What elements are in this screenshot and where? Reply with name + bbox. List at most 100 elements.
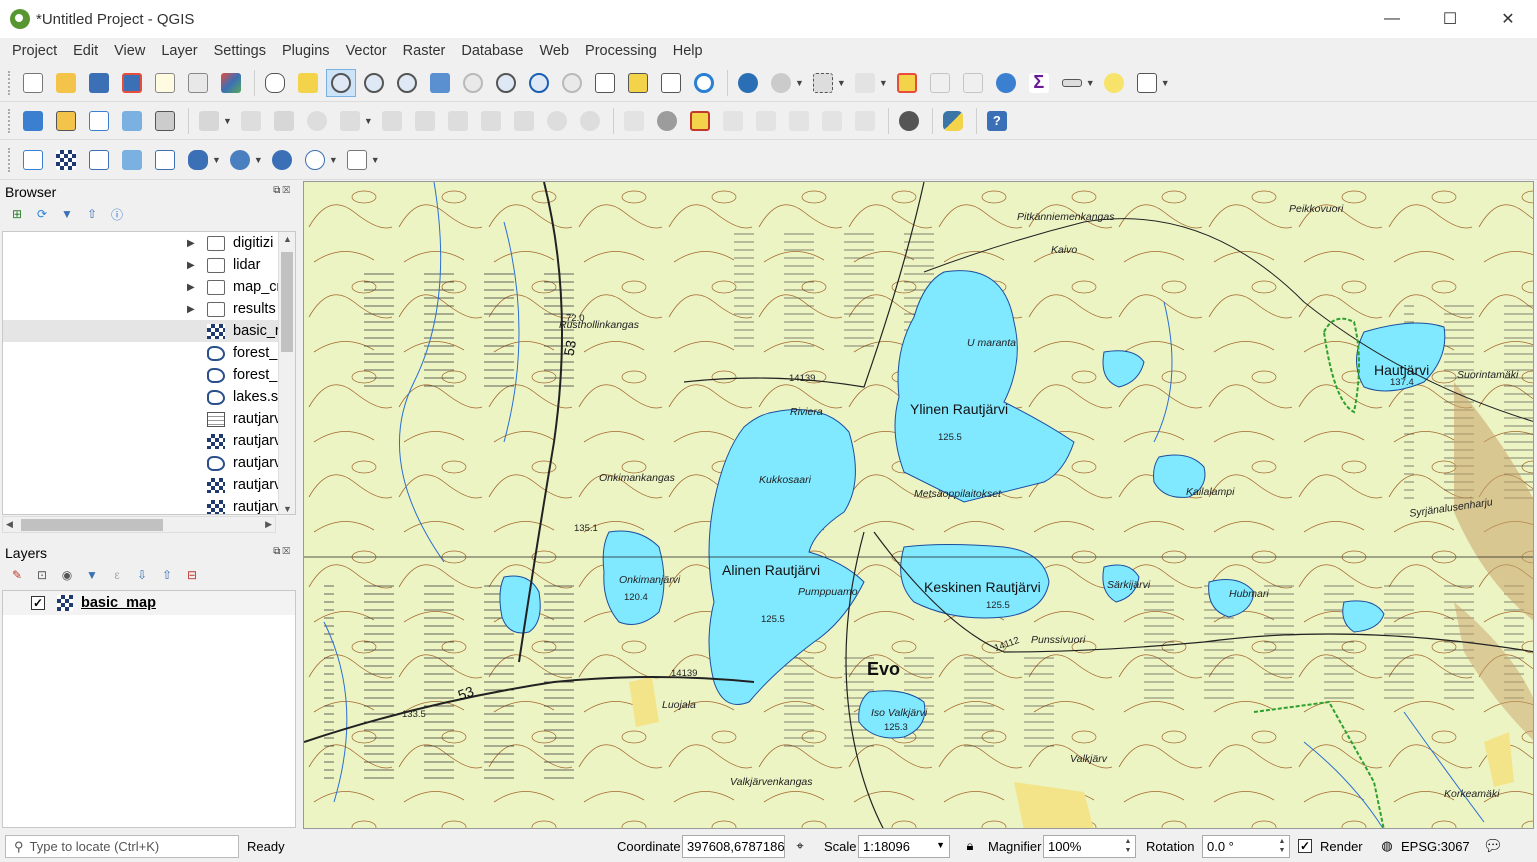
open-project-button[interactable] (51, 69, 81, 97)
delete-selected-button[interactable] (410, 107, 440, 135)
refresh-icon[interactable]: ⟳ (33, 206, 51, 222)
chevron-down-icon[interactable]: ▼ (371, 155, 380, 165)
tree-item-folder[interactable]: ▶ lidar (3, 254, 295, 276)
refresh-button[interactable] (689, 69, 719, 97)
tree-item-table[interactable]: rautjarv (3, 408, 295, 430)
add-mesh-layer-button[interactable] (183, 146, 213, 174)
add-group-icon[interactable]: ⊡ (33, 567, 51, 583)
add-wms-layer-button[interactable] (225, 146, 255, 174)
select-value-button[interactable] (850, 69, 880, 97)
expand-arrow-icon[interactable]: ▶ (187, 304, 195, 315)
filter-expression-icon[interactable]: ε (108, 567, 126, 583)
render-checkbox[interactable]: ✓ (1298, 839, 1312, 853)
layer-tree[interactable]: ✓ basic_map (2, 590, 296, 828)
pan-button[interactable] (260, 69, 290, 97)
add-feature-button[interactable] (302, 107, 332, 135)
new-layout-button[interactable] (150, 69, 180, 97)
tree-item-polygon[interactable]: rautjarv (3, 452, 295, 474)
paste-features-button[interactable] (509, 107, 539, 135)
filter-icon[interactable]: ▼ (58, 206, 76, 222)
add-delimited-text-button[interactable] (84, 146, 114, 174)
zoom-next-button[interactable] (557, 69, 587, 97)
scroll-right-icon[interactable]: ▶ (265, 519, 272, 530)
manage-visibility-icon[interactable]: ◉ (58, 567, 76, 583)
modify-attributes-button[interactable] (377, 107, 407, 135)
add-spatialite-button[interactable] (117, 146, 147, 174)
move-label-button[interactable] (784, 107, 814, 135)
statistics-button[interactable]: Σ (1024, 69, 1054, 97)
menu-database[interactable]: Database (453, 43, 531, 59)
new-map-view-button[interactable] (590, 69, 620, 97)
menu-raster[interactable]: Raster (395, 43, 454, 59)
scale-dropdown[interactable]: 1:18096 ▼ (858, 835, 950, 858)
layer-item-basic-map[interactable]: ✓ basic_map (3, 591, 295, 615)
expand-arrow-icon[interactable]: ▶ (187, 260, 195, 271)
style-manager-button[interactable] (216, 69, 246, 97)
tree-item-raster[interactable]: rautjarv (3, 496, 295, 514)
field-calculator-button[interactable] (958, 69, 988, 97)
minimize-button[interactable]: — (1363, 0, 1421, 38)
tree-item-folder[interactable]: ▶ results (3, 298, 295, 320)
expand-arrow-icon[interactable]: ▶ (187, 238, 195, 249)
menu-view[interactable]: View (106, 43, 153, 59)
horizontal-scrollbar[interactable]: ◀ ▶ (2, 516, 276, 533)
processing-toolbox-button[interactable] (991, 69, 1021, 97)
vertex-tool-button[interactable] (335, 107, 365, 135)
browser-tree[interactable]: ▶ digitizi ▶ lidar ▶ map_cr ▶ results basic_… (2, 231, 296, 515)
scroll-left-icon[interactable]: ◀ (6, 519, 13, 530)
expand-arrow-icon[interactable]: ▶ (187, 282, 195, 293)
chevron-down-icon[interactable]: ▼ (212, 155, 221, 165)
add-raster-layer-button[interactable] (51, 146, 81, 174)
add-vector-layer-button[interactable] (18, 146, 48, 174)
change-label-button[interactable] (850, 107, 880, 135)
vertical-scrollbar[interactable]: ▲ ▼ (278, 232, 295, 514)
new-project-button[interactable] (18, 69, 48, 97)
tree-item-polygon[interactable]: forest_ (3, 342, 295, 364)
save-project-button[interactable] (84, 69, 114, 97)
text-annotation-button[interactable] (1132, 69, 1162, 97)
tree-item-raster[interactable]: basic_r (3, 320, 295, 342)
scroll-down-icon[interactable]: ▼ (283, 504, 292, 514)
scrollbar-thumb[interactable] (281, 252, 293, 352)
menu-processing[interactable]: Processing (577, 43, 665, 59)
globe-plugin-button[interactable] (894, 107, 924, 135)
expand-all-icon[interactable]: ⇩ (133, 567, 151, 583)
filter-legend-icon[interactable]: ▼ (83, 567, 101, 583)
new-virtual-layer-button[interactable] (150, 107, 180, 135)
layout-manager-button[interactable] (183, 69, 213, 97)
tree-item-polygon[interactable]: forest_ (3, 364, 295, 386)
crs-button[interactable]: EPSG:3067 (1401, 839, 1470, 854)
collapse-all-icon[interactable]: ⇧ (83, 206, 101, 222)
chevron-down-icon[interactable]: ▼ (1161, 78, 1170, 88)
pan-to-selection-button[interactable] (293, 69, 323, 97)
rotation-spinbox[interactable]: 0.0 ° ▲ ▼ (1202, 835, 1290, 858)
zoom-layer-button[interactable] (491, 69, 521, 97)
layer-visibility-checkbox[interactable]: ✓ (31, 596, 45, 610)
lock-scale-icon[interactable]: 🔒︎ (961, 837, 979, 855)
collapse-all-icon[interactable]: ⇧ (158, 567, 176, 583)
map-tips-button[interactable] (1099, 69, 1129, 97)
remove-layer-icon[interactable]: ⊟ (183, 567, 201, 583)
zoom-native-button[interactable] (392, 69, 422, 97)
tree-item-folder[interactable]: ▶ map_cr (3, 276, 295, 298)
identify-button[interactable] (733, 69, 763, 97)
layer-labeling-button[interactable] (652, 107, 682, 135)
zoom-last-button[interactable] (524, 69, 554, 97)
actions-button[interactable] (766, 69, 796, 97)
messages-icon[interactable]: 💬︎ (1483, 837, 1503, 855)
add-selected-layers-icon[interactable]: ⊞ (8, 206, 26, 222)
copy-features-button[interactable] (476, 107, 506, 135)
properties-icon[interactable]: ⓘ (108, 206, 126, 222)
zoom-selection-button[interactable] (458, 69, 488, 97)
locator-search-box[interactable]: ⚲ Type to locate (Ctrl+K) (5, 835, 239, 858)
layer-styling-icon[interactable]: ✎ (8, 567, 26, 583)
scroll-up-icon[interactable]: ▲ (283, 234, 292, 244)
chevron-down-icon[interactable]: ▼ (254, 155, 263, 165)
pin-labels-button[interactable] (718, 107, 748, 135)
zoom-in-button[interactable] (326, 68, 356, 97)
data-source-manager-button[interactable] (18, 107, 48, 135)
tree-item-folder[interactable]: ▶ digitizi (3, 232, 295, 254)
chevron-down-icon[interactable]: ▼ (837, 78, 846, 88)
menu-project[interactable]: Project (4, 43, 65, 59)
chevron-down-icon[interactable]: ▼ (936, 840, 945, 850)
